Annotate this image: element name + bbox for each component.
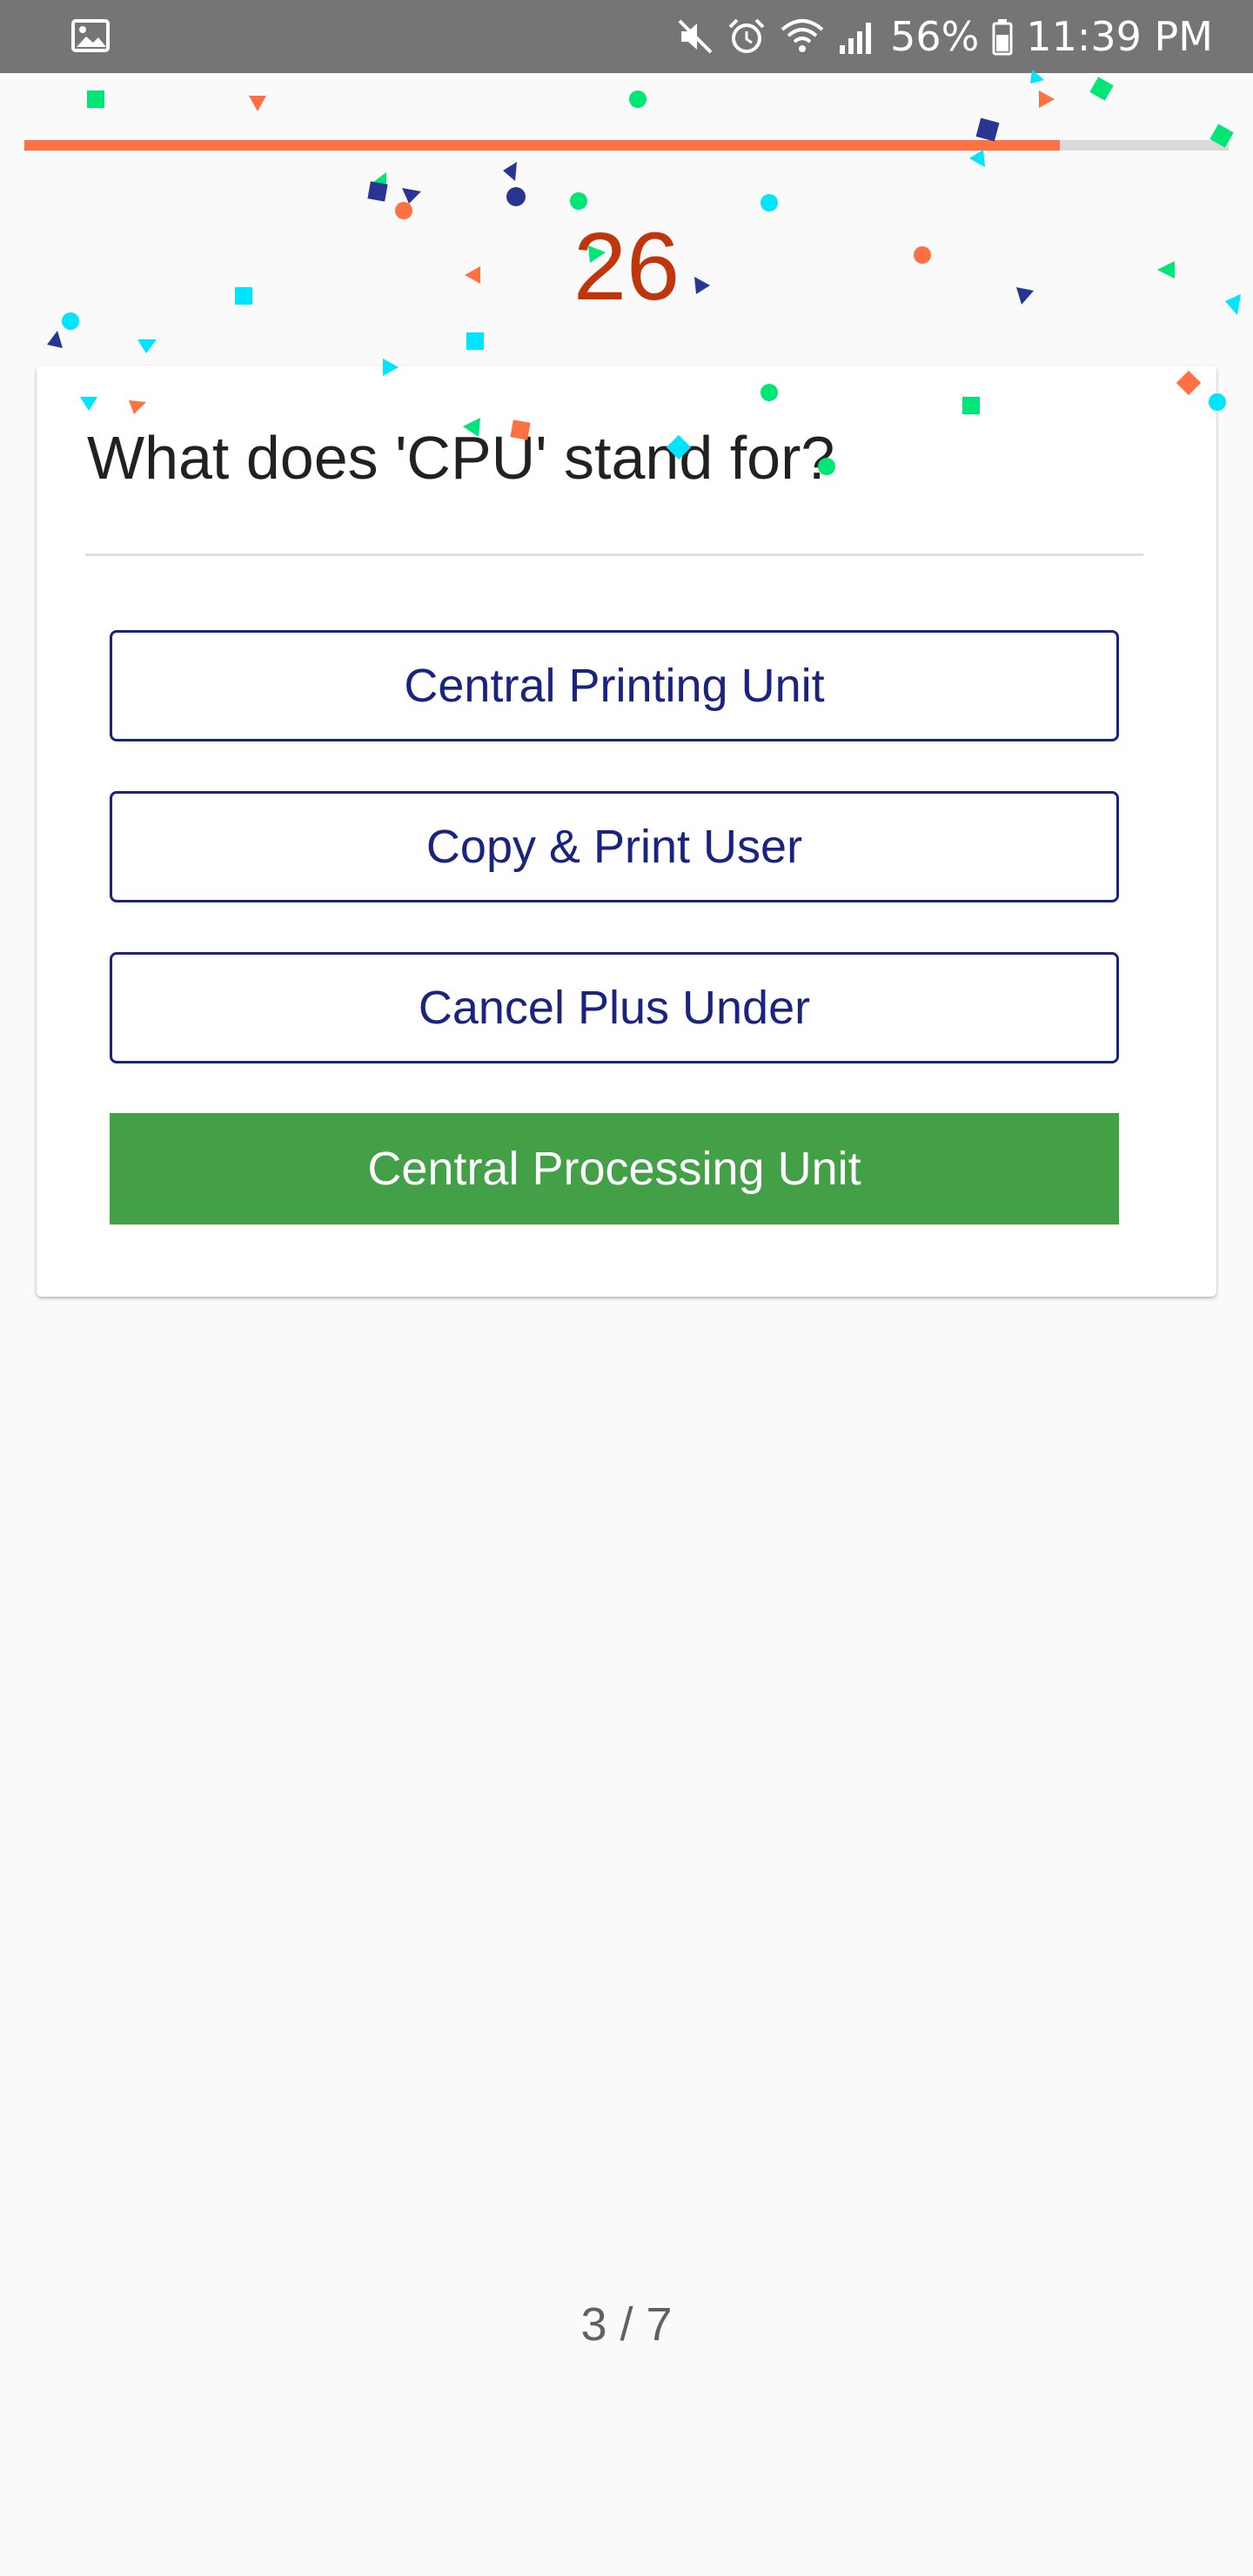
confetti-piece: [402, 188, 421, 204]
mute-icon: [676, 17, 714, 56]
confetti-piece: [503, 162, 517, 181]
battery-percent: 56%: [890, 13, 980, 60]
confetti-piece: [570, 192, 587, 210]
confetti-piece: [969, 150, 985, 167]
battery-icon: [991, 17, 1014, 56]
status-time: 11:39 PM: [1026, 13, 1213, 60]
confetti-piece: [367, 181, 388, 202]
confetti-piece: [137, 339, 157, 353]
answer-button-3[interactable]: Cancel Plus Under: [110, 952, 1119, 1063]
confetti-piece: [466, 332, 484, 350]
answer-button-4-correct[interactable]: Central Processing Unit: [110, 1113, 1119, 1224]
page-indicator: 3 / 7: [580, 2298, 673, 2351]
wifi-icon: [779, 17, 826, 56]
status-icons: 56% 11:39 PM: [676, 0, 1213, 73]
question-text: What does 'CPU' stand for?: [87, 424, 835, 492]
quiz-progress-fill: [24, 140, 1061, 151]
countdown-timer: 26: [573, 213, 680, 320]
question-card: What does 'CPU' stand for? Central Print…: [37, 366, 1216, 1297]
gallery-icon: [71, 19, 110, 52]
quiz-progress-bar: [24, 140, 1229, 151]
confetti-piece: [47, 331, 63, 348]
confetti-piece: [975, 117, 1000, 142]
confetti-piece: [506, 187, 526, 206]
confetti-piece: [87, 91, 104, 108]
confetti-piece: [629, 91, 647, 108]
answer-button-2[interactable]: Copy & Print User: [110, 791, 1119, 902]
confetti-piece: [761, 194, 778, 211]
alarm-icon: [727, 17, 767, 57]
confetti-piece: [372, 172, 386, 193]
confetti-piece: [1039, 91, 1055, 108]
divider: [85, 553, 1143, 556]
signal-icon: [838, 17, 878, 56]
answer-button-1[interactable]: Central Printing Unit: [110, 630, 1119, 741]
status-bar: 56% 11:39 PM: [0, 0, 1253, 73]
confetti-piece: [1089, 77, 1114, 101]
confetti-piece: [249, 96, 266, 111]
